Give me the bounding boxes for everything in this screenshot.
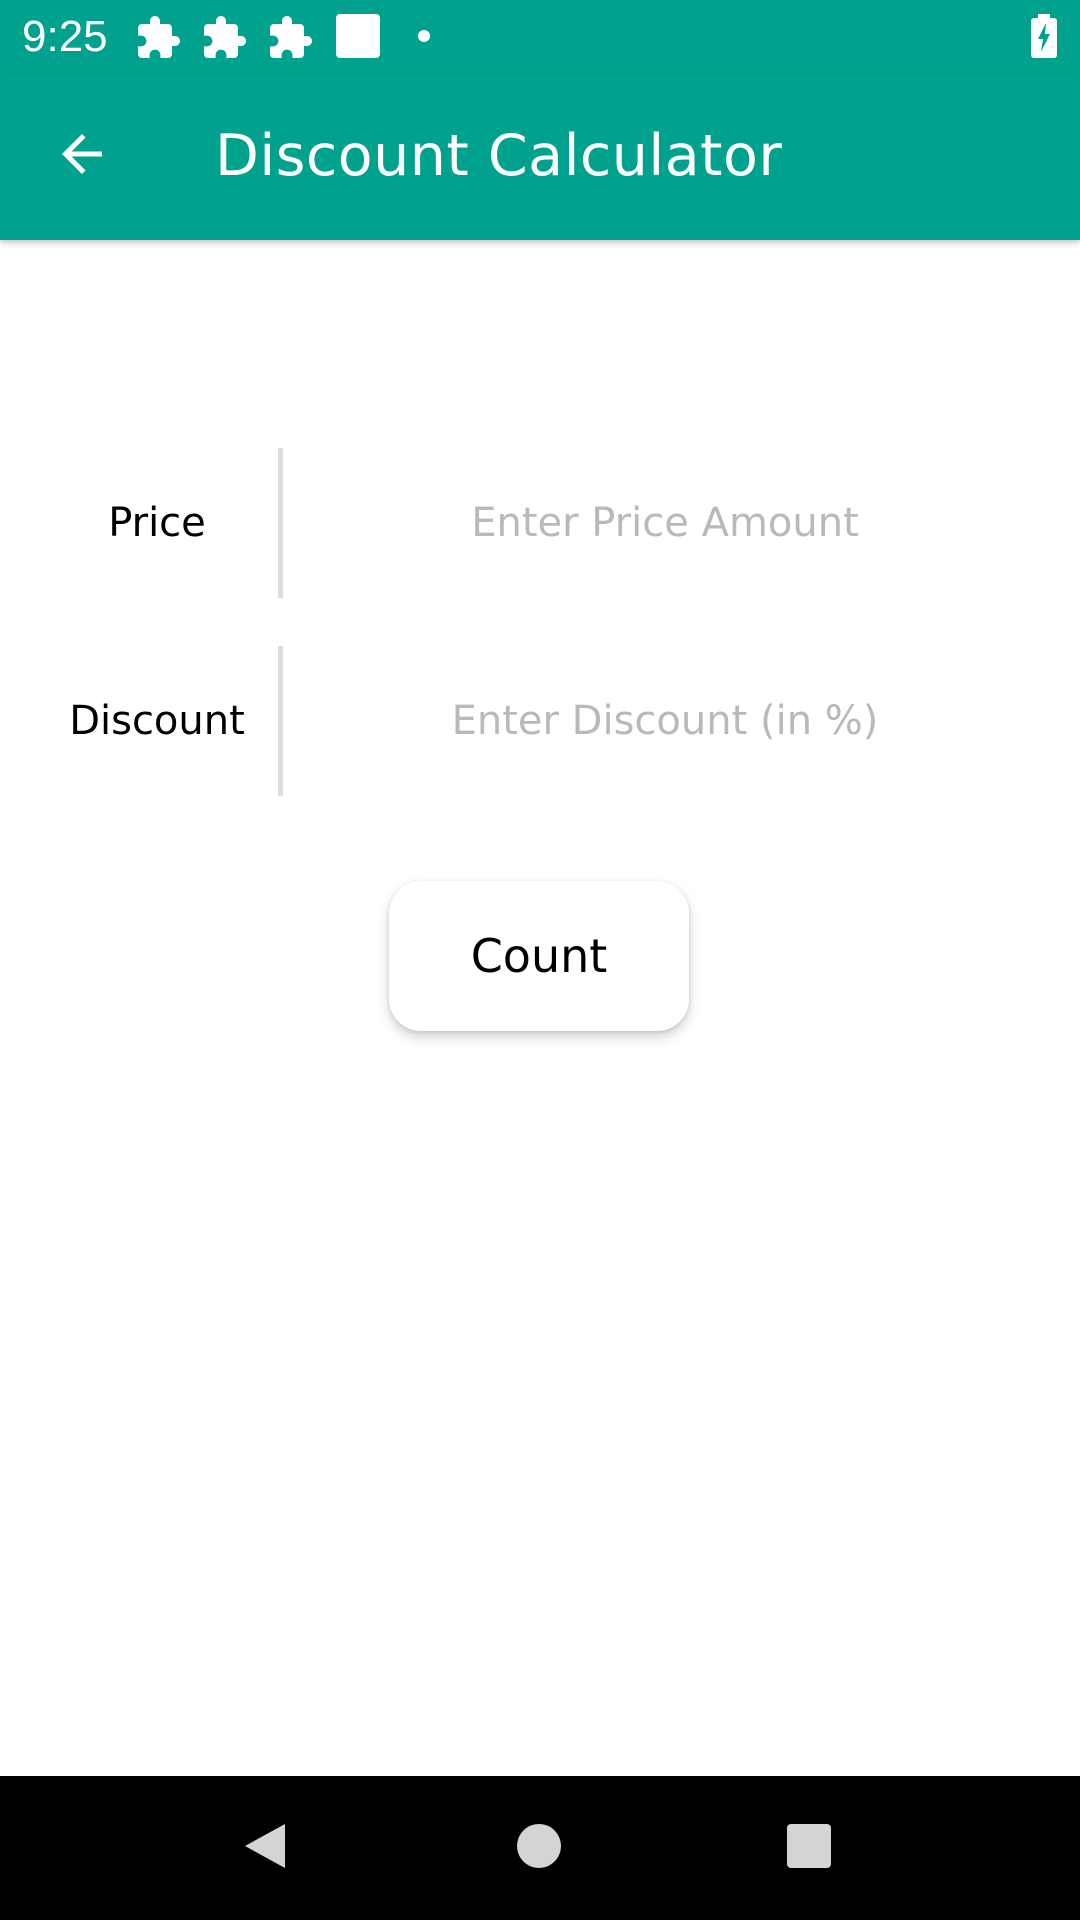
page-title: Discount Calculator (215, 123, 783, 189)
price-input[interactable] (300, 468, 1030, 578)
back-button[interactable] (40, 114, 124, 198)
puzzle-icon (134, 14, 182, 66)
discount-row: Discount (0, 646, 1080, 796)
discount-input[interactable] (300, 666, 1030, 776)
status-time: 9:25 (22, 12, 108, 61)
screen: 9:25 Discount Calculator Price Enter Pri… (0, 0, 1080, 1920)
nav-recents-button[interactable] (759, 1798, 859, 1898)
count-button[interactable]: Count (389, 881, 689, 1031)
back-triangle-icon (239, 1820, 291, 1876)
app-bar: Discount Calculator (0, 74, 1080, 240)
nav-back-button[interactable] (215, 1798, 315, 1898)
puzzle-icon (266, 14, 314, 66)
puzzle-icon (200, 14, 248, 66)
nav-home-button[interactable] (489, 1798, 589, 1898)
price-label: Price (108, 500, 206, 546)
price-divider (278, 448, 283, 598)
price-row: Price (0, 448, 1080, 598)
recents-square-icon (785, 1822, 833, 1874)
discount-label: Discount (69, 698, 245, 744)
dot-icon (416, 28, 432, 48)
arrow-left-icon (52, 124, 112, 188)
status-bar: 9:25 (0, 0, 1080, 74)
battery-charging-icon (1030, 14, 1058, 62)
discount-divider (278, 646, 283, 796)
home-circle-icon (515, 1822, 563, 1874)
square-notification-icon (334, 12, 382, 64)
navigation-bar (0, 1776, 1080, 1920)
